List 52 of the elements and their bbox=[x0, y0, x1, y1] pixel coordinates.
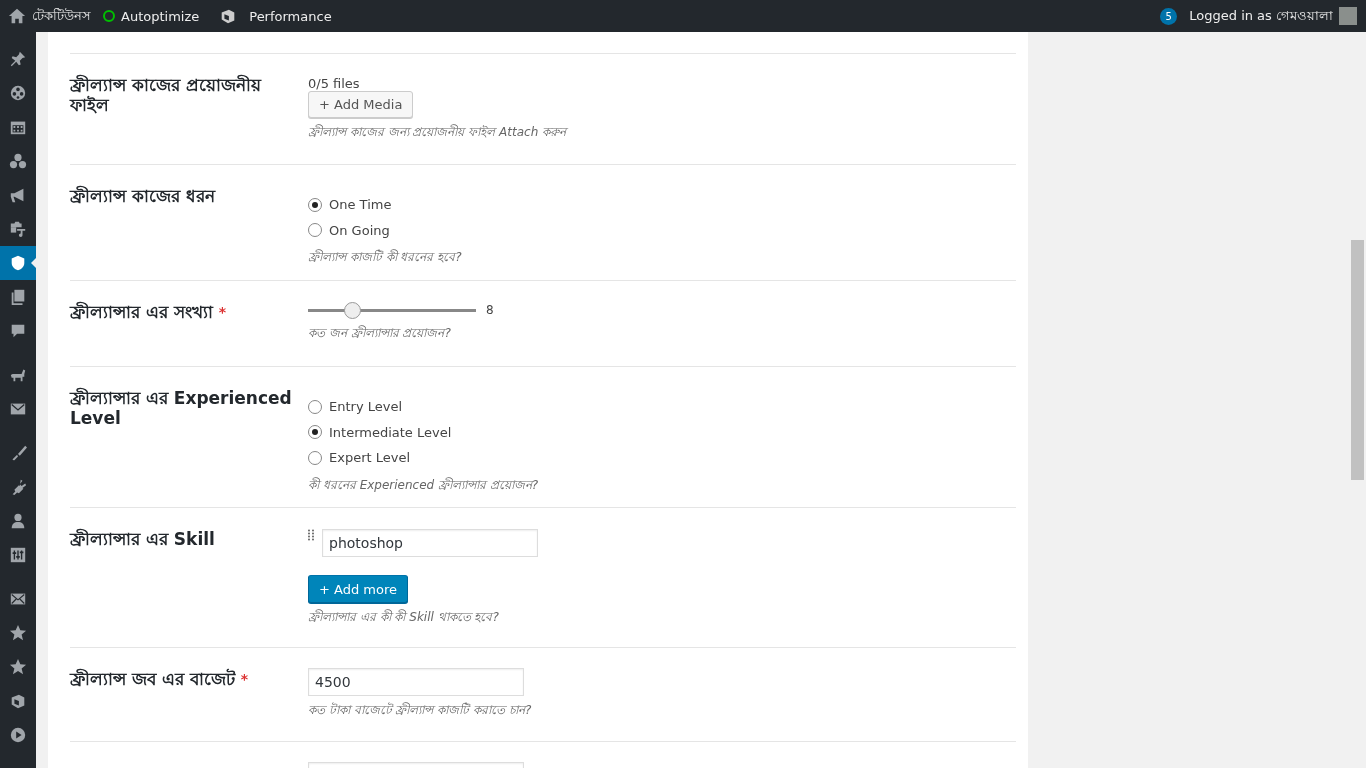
cube-icon bbox=[9, 692, 27, 710]
drag-handle-icon[interactable] bbox=[308, 529, 314, 542]
account-link[interactable]: Logged in as গেমওয়ালা bbox=[1189, 5, 1333, 27]
field-label: ফ্রীল্যান্স কাজের প্রয়োজনীয় ফাইল bbox=[70, 75, 261, 115]
shield-icon bbox=[9, 254, 27, 272]
add-media-button[interactable]: + Add Media bbox=[308, 91, 414, 118]
field-label: ফ্রীল্যান্সার এর Experienced Level bbox=[70, 388, 292, 428]
option-label: On Going bbox=[329, 222, 390, 238]
toolbar-link[interactable]: টেকটিউনস bbox=[8, 5, 103, 27]
radio-button[interactable] bbox=[308, 450, 322, 465]
circles-icon bbox=[9, 152, 27, 170]
sliders-icon bbox=[9, 546, 27, 564]
star-icon bbox=[9, 658, 27, 676]
field-description: ফ্রীল্যান্স কাজটি কী ধরনের হবে? bbox=[308, 248, 462, 266]
house-icon bbox=[8, 7, 26, 25]
option-label: Expert Level bbox=[329, 450, 411, 466]
required-mark: * bbox=[218, 304, 227, 320]
text-input[interactable]: 4500 bbox=[308, 668, 524, 696]
radio-button[interactable] bbox=[308, 399, 322, 414]
menu-item[interactable] bbox=[0, 246, 36, 280]
add-more-button[interactable]: + Add more bbox=[308, 575, 408, 603]
pages-icon bbox=[9, 288, 27, 306]
required-mark: * bbox=[240, 671, 249, 687]
field-description: ফ্রীল্যান্সার এর কী কী Skill থাকতে হবে? bbox=[308, 608, 499, 626]
field-description: কী ধরনের Experienced ফ্রীল্যান্সার প্রয়োজন? bbox=[308, 476, 539, 494]
skill-input[interactable]: photoshop bbox=[322, 529, 538, 557]
radio-button[interactable] bbox=[308, 223, 322, 238]
film-reel-icon bbox=[9, 84, 27, 102]
toolbar-link[interactable]: Autoptimize bbox=[103, 8, 212, 24]
radio-button[interactable] bbox=[308, 197, 322, 212]
slider-thumb[interactable] bbox=[343, 301, 361, 319]
field-description: কত জন ফ্রীল্যান্সার প্রয়োজন? bbox=[308, 324, 451, 342]
star-icon bbox=[9, 624, 27, 642]
field-label: ফ্রীল্যান্স জব এর বাজেট bbox=[70, 669, 235, 689]
field-label: ফ্রীল্যান্স কাজের ধরন bbox=[70, 186, 215, 206]
field-description: কত টাকা বাজেটে ফ্রীল্যান্স কাজটি করাতে চান? bbox=[308, 701, 532, 719]
option-label: Intermediate Level bbox=[329, 424, 452, 440]
play-icon bbox=[9, 726, 27, 744]
avatar-placeholder bbox=[1339, 7, 1357, 25]
file-count: 0/5 files bbox=[308, 76, 360, 91]
notification-count[interactable]: 5 bbox=[1160, 7, 1178, 25]
toolbar-link[interactable]: Performance bbox=[211, 7, 344, 25]
field-label: ফ্রীল্যান্সার এর সংখ্যা bbox=[70, 302, 213, 322]
option-label: Entry Level bbox=[329, 399, 403, 415]
field-label: ফ্রীল্যান্সার এর Skill bbox=[70, 529, 215, 549]
pushpin-icon bbox=[9, 50, 27, 68]
field-description: ফ্রীল্যান্স কাজের জন্য প্রয়োজনীয় ফাইল Attach করুন bbox=[308, 123, 567, 141]
option-label: One Time bbox=[329, 197, 392, 213]
radio-button[interactable] bbox=[308, 425, 322, 440]
camera-music-icon bbox=[9, 220, 27, 238]
slider-value: 8 bbox=[486, 303, 494, 317]
user-icon bbox=[9, 512, 27, 530]
